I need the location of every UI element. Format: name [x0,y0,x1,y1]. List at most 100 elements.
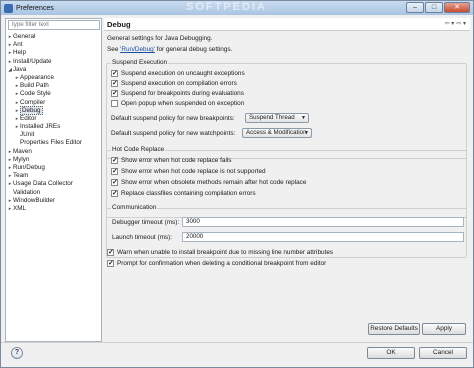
checkbox-box[interactable] [107,248,114,256]
checkbox-box[interactable] [111,156,118,164]
suspend-execution-group: Suspend Execution Suspend execution on u… [106,59,467,159]
checkbox-box[interactable] [107,259,114,267]
preferences-nav-panel: type filter text ▸ General ▸ Ant ▸ Help ▸ Insta… [5,18,102,342]
suspend-uncaught-checkbox[interactable]: Suspend execution on uncaught exceptions [111,69,245,77]
tree-item-label: Validation [13,188,41,196]
checkbox-box[interactable] [111,100,118,107]
tree-item-label: Team [13,172,29,180]
hcr-group-title: Hot Code Replace [111,146,166,153]
tree-item-label: General [13,33,36,40]
filter-input[interactable]: type filter text [8,20,100,30]
watermark: SOFTPEDIA [186,1,267,13]
breakpoints-policy-select[interactable]: Suspend Thread ▼ [245,113,309,123]
apply-button[interactable]: Apply [422,323,466,335]
page-header: Debug ⇦ ▾ ⇨ ▾ [104,18,470,31]
preferences-window: Preferences SOFTPEDIA – □ ✕ type filter … [0,0,474,368]
tree-item[interactable]: Properties Files Editor [7,139,101,147]
tree-item[interactable]: ▸ Mylyn [7,156,101,164]
cancel-button[interactable]: Cancel [419,347,467,359]
checkbox-label: Suspend execution on compilation errors [121,80,237,87]
back-arrow-icon[interactable]: ⇦ ▾ [445,20,455,27]
prompt-delete-conditional-checkbox[interactable]: Prompt for confirmation when deleting a … [107,259,326,267]
see-prefix: See [107,46,121,53]
tree-item[interactable]: ▸ Ant [7,41,101,49]
checkbox-box[interactable] [111,189,118,197]
chevron-down-icon: ▼ [304,130,309,136]
forward-arrow-icon[interactable]: ⇨ ▾ [456,20,466,27]
tree-item-label: WindowBuilder [13,196,55,204]
checkbox-box[interactable] [111,178,118,186]
tree-item-label: Properties Files Editor [20,139,82,147]
hcr-not-supported-checkbox[interactable]: Show error when hot code replace is not … [111,167,266,175]
run-debug-link[interactable]: 'Run/Debug' [120,46,155,53]
tree-item-label: Installed JREs [20,123,61,131]
watchpoints-policy-label: Default suspend policy for new watchpoin… [111,130,236,137]
checkbox-label: Warn when unable to install breakpoint d… [117,249,334,256]
tree-item-label: JUnit [20,131,35,139]
ok-button[interactable]: OK [367,347,415,359]
tree-item-label: Mylyn [13,155,30,163]
tree-item[interactable]: ◢Java [7,66,101,74]
tree-item-label: Appearance [20,73,54,81]
checkbox-label: Replace classfiles containing compilatio… [121,190,256,197]
open-popup-checkbox[interactable]: Open popup when suspended on exception [111,100,244,107]
tree-item[interactable]: ▸ Maven [7,148,101,156]
app-icon [4,3,13,13]
debugger-timeout-input[interactable]: 3000 [182,217,464,227]
tree-item[interactable]: ▸ Code Style [7,90,101,98]
tree-item[interactable]: Validation [7,189,101,197]
tree-item[interactable]: ▸ Usage Data Collector [7,180,101,188]
checkbox-label: Suspend execution on uncaught exceptions [121,70,245,77]
checkbox-label: Show error when hot code replace is not … [121,168,266,175]
tree-item[interactable]: ▸ XML [7,205,101,213]
checkbox-box[interactable] [111,89,118,97]
tree-item[interactable]: ▸ Build Path [7,82,101,90]
tree-item[interactable]: ▸ Run/Debug [7,164,101,172]
tree-item[interactable]: ▸ Editor [7,115,101,123]
tree-item[interactable]: ▸ Debug [7,105,101,115]
tree-item[interactable]: ▸ Help [7,49,101,57]
launch-timeout-input[interactable]: 20000 [182,232,464,242]
page-title: Debug [107,20,131,29]
hcr-obsolete-checkbox[interactable]: Show error when obsolete methods remain … [111,178,306,186]
close-button[interactable]: ✕ [444,2,470,13]
tree-item-label: Help [13,49,26,57]
suspend-compilation-checkbox[interactable]: Suspend execution on compilation errors [111,79,237,87]
tree-item-label: Editor [20,114,37,122]
title-bar: Preferences SOFTPEDIA – □ ✕ [1,1,473,15]
window-title: Preferences [16,4,54,12]
hcr-replace-classfiles-checkbox[interactable]: Replace classfiles containing compilatio… [111,189,256,197]
tree-item[interactable]: ▸ Team [7,172,101,180]
tree-item-label: Usage Data Collector [13,180,73,188]
maximize-button[interactable]: □ [425,2,443,13]
restore-defaults-button[interactable]: Restore Defaults [368,323,420,335]
breakpoints-policy-label: Default suspend policy for new breakpoin… [111,115,235,122]
checkbox-box[interactable] [111,79,118,87]
preferences-tree: ▸ General ▸ Ant ▸ Help ▸ Install/Update ◢Java ▸ Ap… [7,33,101,213]
help-icon[interactable]: ? [11,347,23,359]
debug-page: Debug ⇦ ▾ ⇨ ▾ General settings for Java … [104,18,470,342]
minimize-button[interactable]: – [406,2,424,13]
watchpoints-policy-select[interactable]: Access & Modification ▼ [242,128,312,138]
tree-item[interactable]: ▸ General [7,33,101,41]
tree-item[interactable]: JUnit [7,131,101,139]
tree-item[interactable]: ▸ WindowBuilder [7,197,101,205]
footer-divider [1,342,473,343]
suspend-evaluations-checkbox[interactable]: Suspend for breakpoints during evaluatio… [111,89,244,97]
warn-missing-line-numbers-checkbox[interactable]: Warn when unable to install breakpoint d… [107,248,334,256]
tree-item-label: Install/Update [13,57,52,65]
tree-item[interactable]: ▸ Installed JREs [7,123,101,131]
checkbox-box[interactable] [111,167,118,175]
checkbox-label: Suspend for breakpoints during evaluatio… [121,90,244,97]
tree-item-label: Maven [13,147,32,155]
see-suffix: for general debug settings. [154,46,233,53]
checkbox-box[interactable] [111,69,118,77]
select-value: Suspend Thread [249,114,295,121]
see-run-debug-text: See 'Run/Debug' for general debug settin… [107,46,232,53]
select-value: Access & Modification [246,129,307,136]
hcr-fails-checkbox[interactable]: Show error when hot code replace fails [111,156,232,164]
tree-item-label: Debug [20,105,43,115]
tree-item[interactable]: ▸ Install/Update [7,58,101,66]
tree-item[interactable]: ▸ Appearance [7,74,101,82]
checkbox-label: Show error when hot code replace fails [121,157,232,164]
